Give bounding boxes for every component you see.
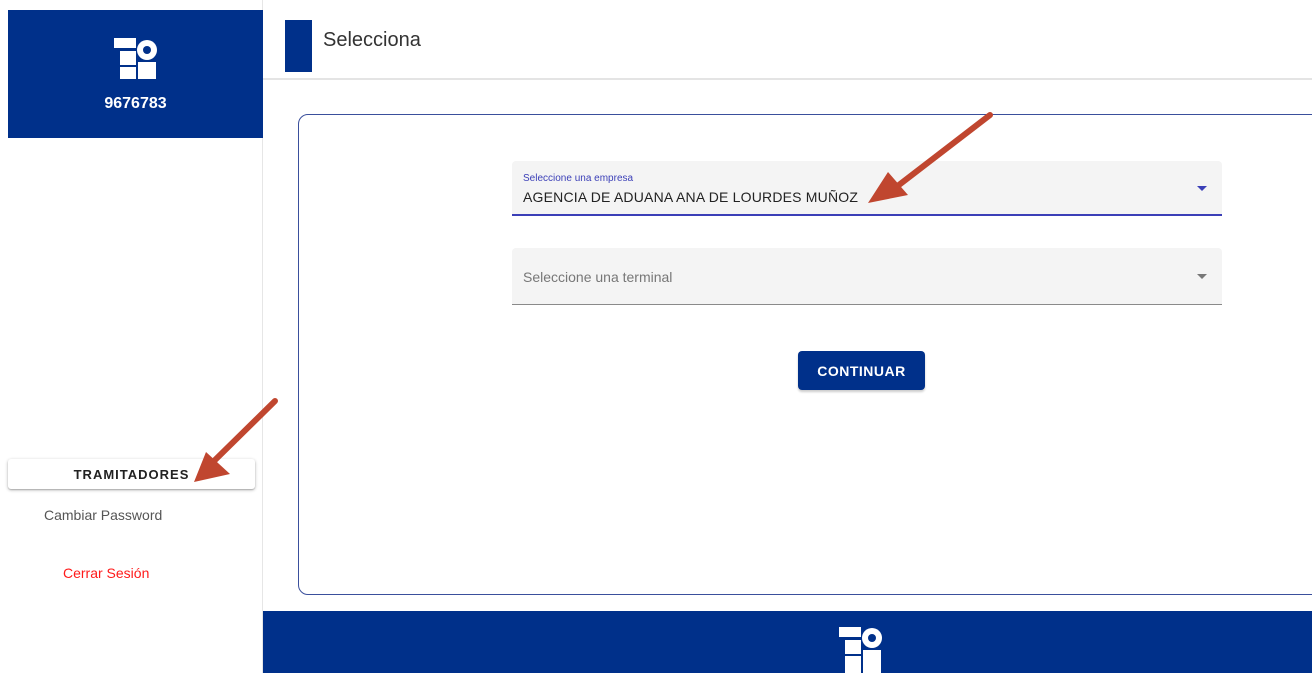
company-select-label: Seleccione una empresa: [523, 173, 634, 184]
terminal-select-placeholder: Seleccione una terminal: [523, 269, 673, 285]
page-footer: [263, 611, 1312, 673]
caret-down-icon[interactable]: [1197, 274, 1207, 279]
tramitadores-button[interactable]: TRAMITADORES: [8, 459, 255, 489]
sidebar-brand-panel: 9676783: [8, 10, 263, 138]
tp-logo-icon: [839, 627, 882, 673]
caret-down-icon[interactable]: [1197, 186, 1207, 191]
continue-button[interactable]: CONTINUAR: [798, 351, 925, 390]
sidebar: 9676783 TRAMITADORES Cambiar Password Ce…: [0, 0, 263, 673]
company-select[interactable]: Seleccione una empresa AGENCIA DE ADUANA…: [512, 161, 1222, 216]
header-accent-bar: [285, 20, 312, 72]
logout-link[interactable]: Cerrar Sesión: [63, 565, 149, 581]
user-id: 9676783: [104, 95, 167, 112]
change-password-link[interactable]: Cambiar Password: [44, 507, 162, 523]
page-header: Selecciona: [263, 10, 1312, 80]
tp-logo-icon: [114, 38, 157, 79]
terminal-select[interactable]: Seleccione una terminal: [512, 248, 1222, 305]
page-title: Selecciona: [323, 29, 421, 51]
company-select-value: AGENCIA DE ADUANA ANA DE LOURDES MUÑOZ: [523, 189, 859, 205]
